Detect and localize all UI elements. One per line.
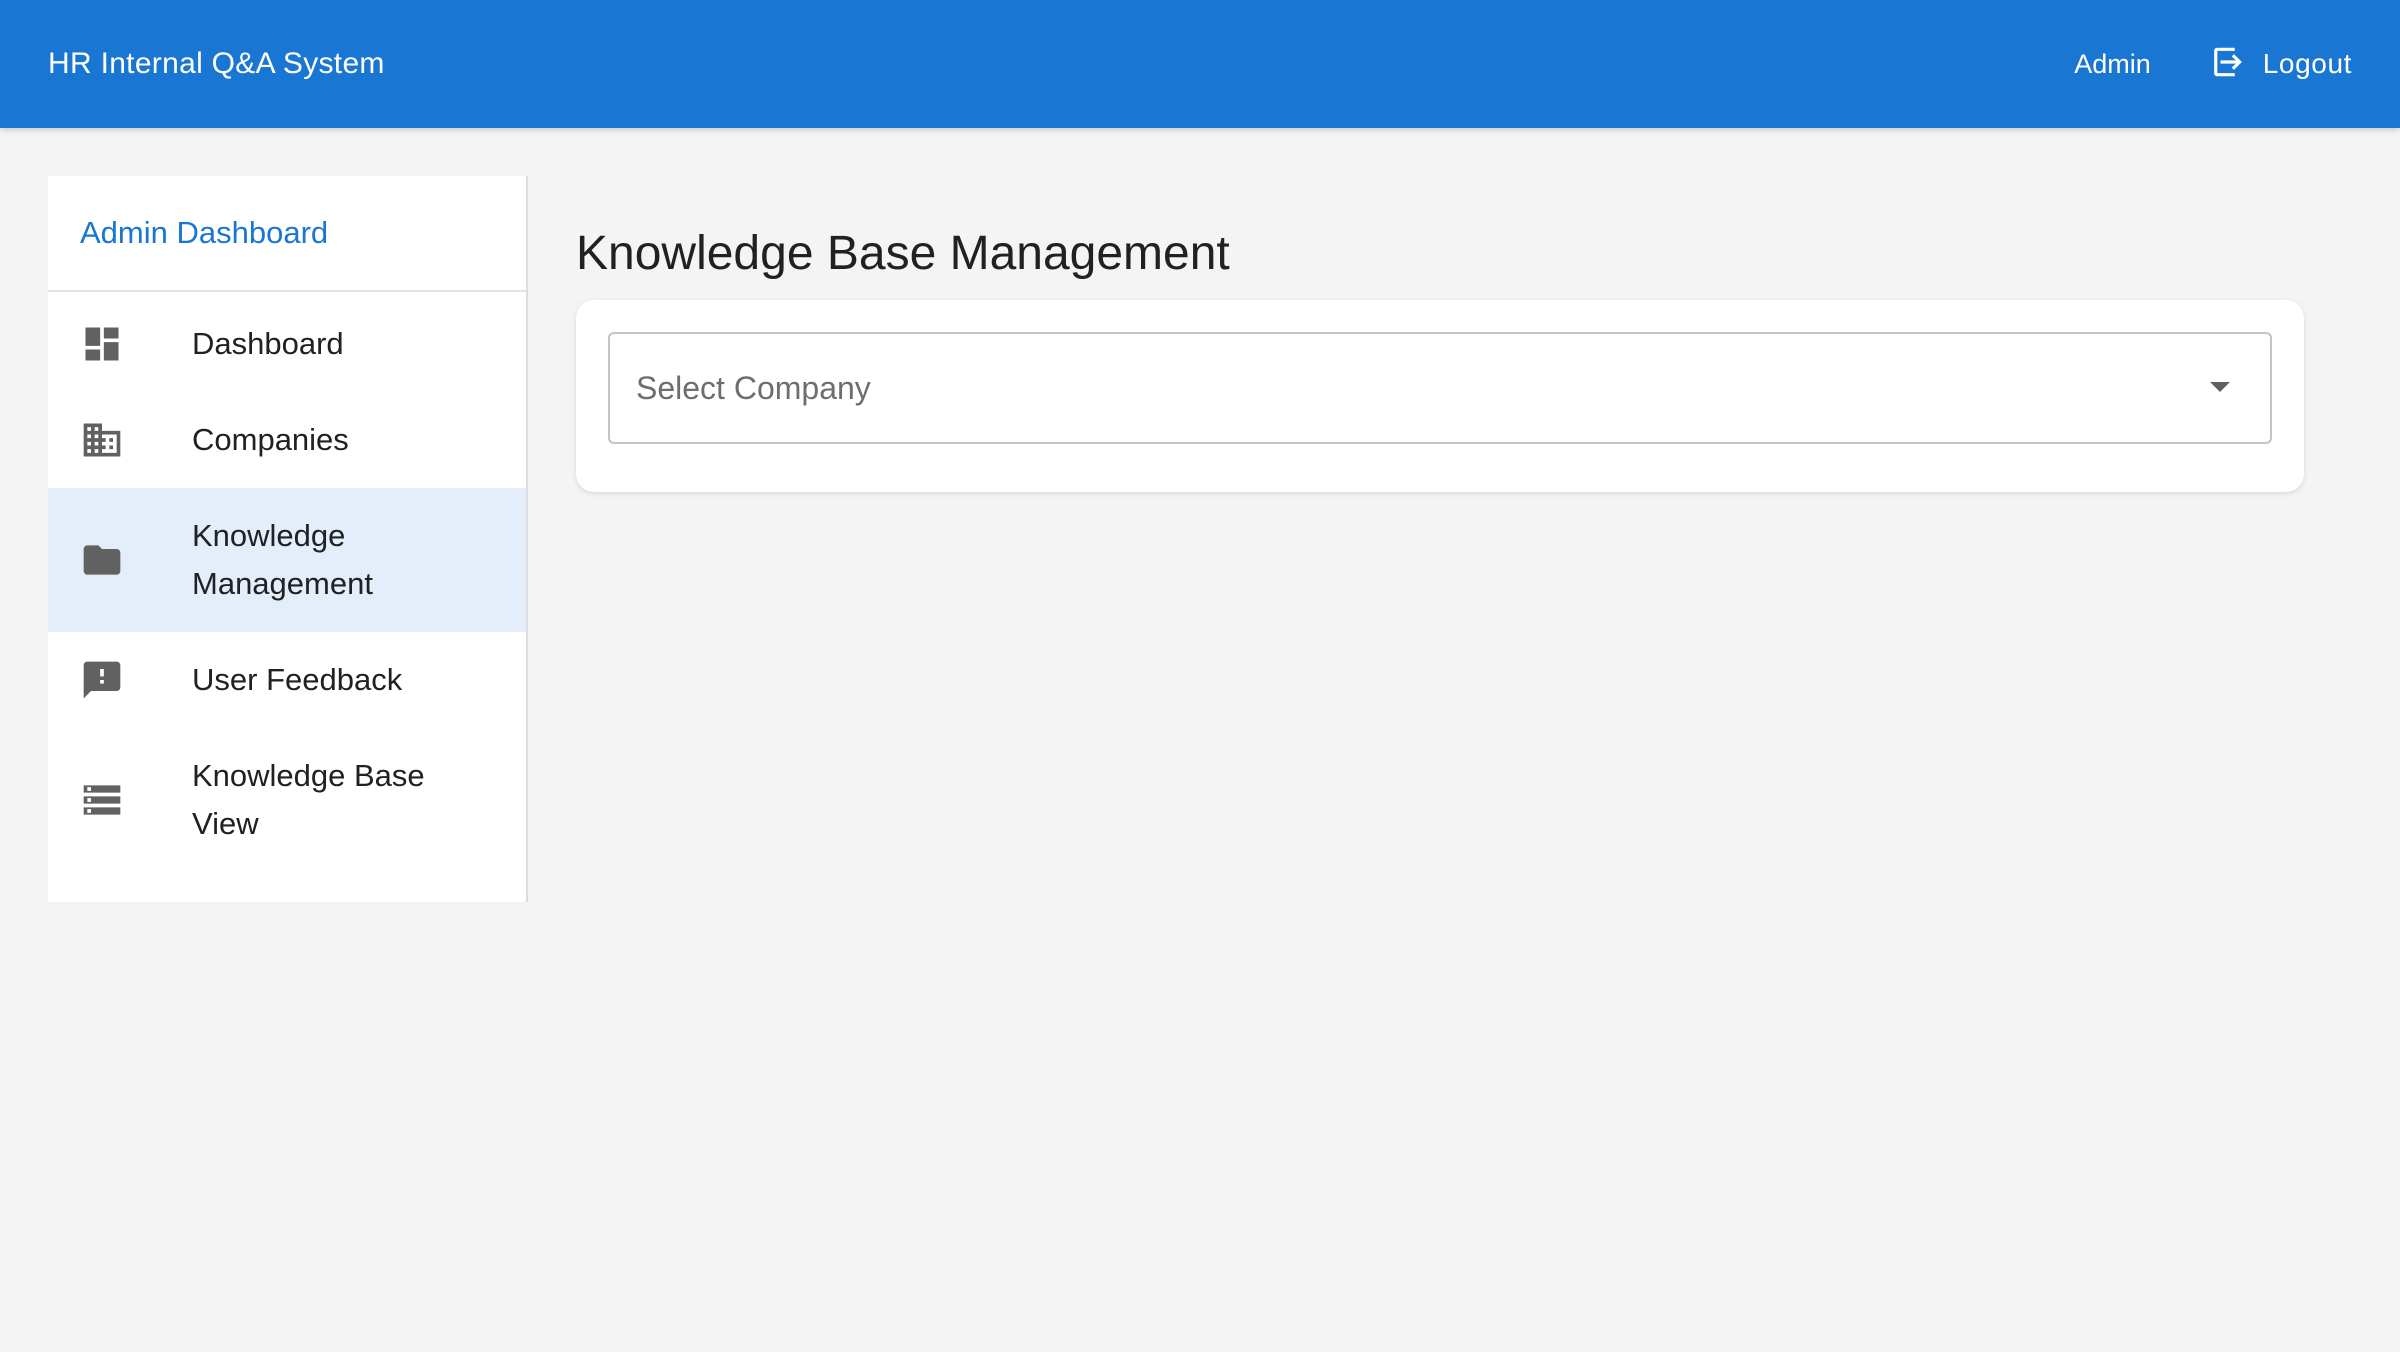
- sidebar: Admin Dashboard Dashboard Companies Know…: [48, 176, 528, 902]
- sidebar-item-label: Knowledge Base View: [192, 758, 425, 841]
- storage-icon: [80, 778, 124, 822]
- dashboard-icon: [80, 322, 124, 366]
- sidebar-item-companies[interactable]: Companies: [48, 392, 526, 488]
- chevron-down-icon[interactable]: [2210, 382, 2230, 392]
- app-title: HR Internal Q&A System: [48, 47, 385, 80]
- main-content: Knowledge Base Management Select Company: [576, 224, 2304, 492]
- current-user-name: Admin: [2074, 48, 2151, 79]
- feedback-icon: [80, 658, 124, 702]
- page-title: Knowledge Base Management: [576, 227, 1230, 280]
- folder-icon: [80, 538, 124, 582]
- app-bar: HR Internal Q&A System Admin Logout: [0, 0, 2400, 128]
- appbar-actions: Admin Logout: [2074, 0, 2352, 128]
- logout-label: Logout: [2262, 48, 2352, 79]
- sidebar-item-user-feedback[interactable]: User Feedback: [48, 632, 526, 728]
- logout-button[interactable]: Logout: [2197, 32, 2366, 96]
- sidebar-item-label: Dashboard: [192, 326, 344, 361]
- logout-icon: [2211, 43, 2263, 86]
- sidebar-header: Admin Dashboard: [48, 176, 526, 292]
- company-select[interactable]: Select Company: [608, 332, 2272, 444]
- sidebar-item-knowledge-management[interactable]: Knowledge Management: [48, 488, 526, 632]
- sidebar-item-dashboard[interactable]: Dashboard: [48, 296, 526, 392]
- sidebar-item-knowledge-base-view[interactable]: Knowledge Base View: [48, 728, 526, 872]
- company-select-card: Select Company: [576, 300, 2304, 492]
- company-select-placeholder: Select Company: [636, 369, 871, 406]
- sidebar-item-label: User Feedback: [192, 662, 403, 697]
- business-icon: [80, 418, 124, 462]
- sidebar-nav: Dashboard Companies Knowledge Management: [48, 296, 526, 872]
- sidebar-item-label: Companies: [192, 422, 349, 457]
- sidebar-item-label: Knowledge Management: [192, 518, 373, 601]
